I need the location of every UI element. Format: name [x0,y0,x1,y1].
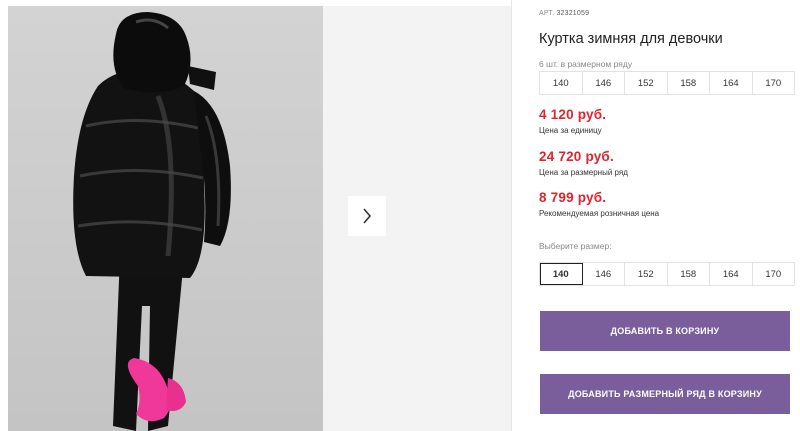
add-pack-to-cart-button[interactable]: ДОБАВИТЬ РАЗМЕРНЫЙ РЯД В КОРЗИНУ [540,374,790,414]
sku: АРТ. 32321059 [539,10,589,17]
product-photo-illustration [73,12,231,431]
product-page: АРТ. 32321059 Куртка зимняя для девочки … [0,0,800,431]
size-option[interactable]: 152 [625,263,668,285]
pack-size-cell: 152 [625,72,668,94]
unit-price: 4 120 руб. [539,107,607,122]
size-option[interactable]: 146 [583,263,625,285]
retail-price: 8 799 руб. [539,190,607,205]
pack-size-hint: 6 шт. в размерном ряду [539,59,633,69]
size-selector: 140 146 152 158 164 170 [539,262,795,286]
pack-size-cell: 170 [765,77,782,89]
retail-price-label: Рекомендуемая розничная цена [539,209,660,218]
unit-price-label: Цена за единицу [539,126,602,135]
pack-size-cell: 164 [710,72,753,94]
select-size-hint: Выберите размер: [539,241,612,251]
pack-size-cell: 140 [540,72,583,94]
product-title: Куртка зимняя для девочки [539,31,723,47]
pack-price: 24 720 руб. [539,149,614,164]
size-option[interactable]: 158 [668,263,710,285]
panel-divider [511,0,512,431]
product-photo[interactable] [8,6,323,431]
pack-size-row: 140 146 152 158 164 170 [539,71,795,95]
pack-size-cell: 158 [668,72,710,94]
sku-label: АРТ. [539,10,555,17]
gallery-next-button[interactable] [348,196,386,236]
size-option[interactable]: 170 [753,263,795,285]
pack-price-label: Цена за размерный ряд [539,168,628,177]
pack-size-cell: 146 [583,72,625,94]
product-gallery [8,6,511,431]
sku-value: 32321059 [556,10,590,17]
chevron-right-icon [363,208,372,224]
size-option[interactable]: 164 [710,263,753,285]
size-option-selected[interactable]: 140 [540,263,583,285]
add-to-cart-button[interactable]: ДОБАВИТЬ В КОРЗИНУ [540,311,790,351]
